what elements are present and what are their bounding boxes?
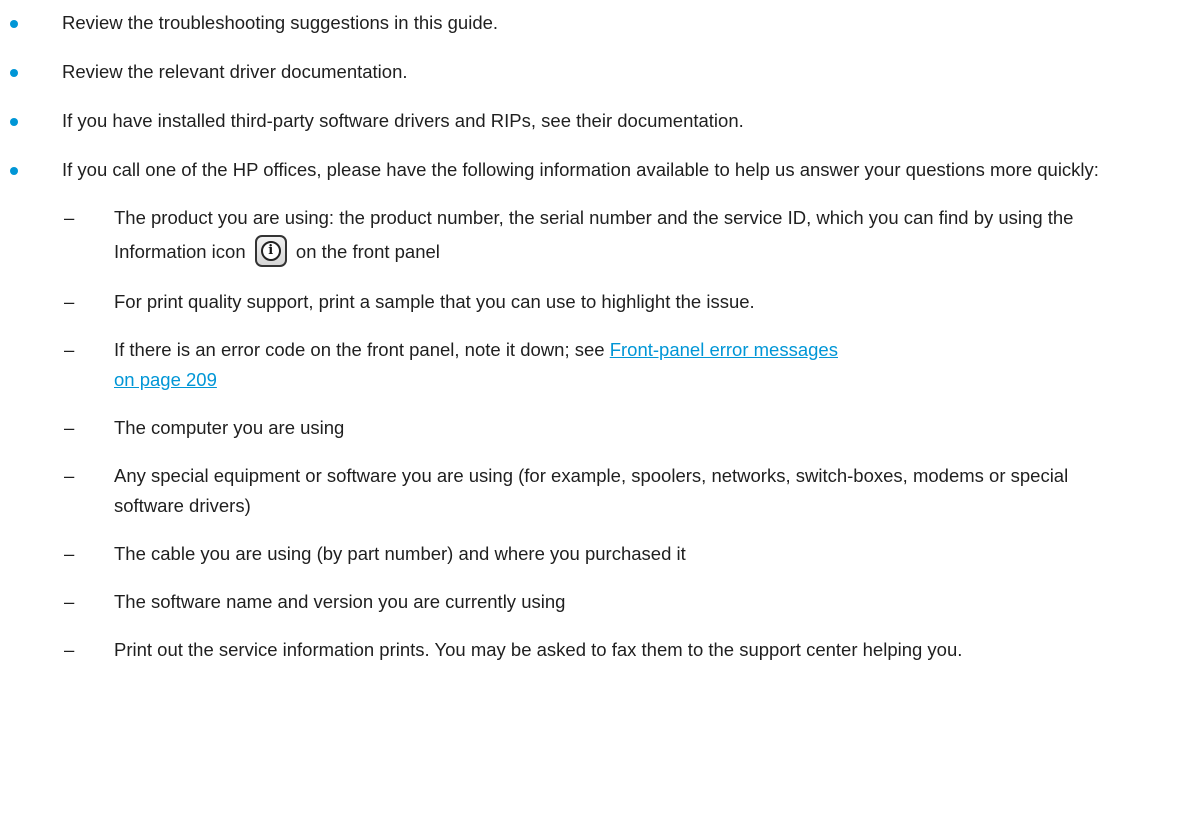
sub-item-text: For print quality support, print a sampl…: [114, 291, 755, 312]
bullet-dot-icon: [10, 167, 18, 175]
dash-marker: –: [64, 339, 75, 360]
sub-item-text: Any special equipment or software you ar…: [114, 465, 1069, 516]
bullet-text: Review the troubleshooting suggestions i…: [62, 12, 499, 33]
bullet-dot-icon: [10, 69, 18, 77]
sub-item-text: The cable you are using (by part number)…: [114, 543, 686, 564]
bullet-text: Review the relevant driver documentation…: [62, 61, 408, 82]
dash-marker: –: [64, 465, 75, 486]
sub-item: – The software name and version you are …: [62, 587, 1155, 617]
document-page: Review the troubleshooting suggestions i…: [0, 0, 1195, 830]
dash-marker: –: [64, 591, 75, 612]
bullet-item: If you have installed third-party softwa…: [0, 106, 1195, 136]
sub-item: – For print quality support, print a sam…: [62, 287, 1155, 317]
page-209-link[interactable]: on page 209: [114, 369, 217, 390]
dash-marker: –: [64, 417, 75, 438]
bullet-dot-icon: [10, 20, 18, 28]
bullet-item: Review the troubleshooting suggestions i…: [0, 8, 1195, 38]
sub-item: – If there is an error code on the front…: [62, 335, 1155, 395]
sub-item-text-after-icon: on the front panel: [295, 241, 440, 262]
sub-item-text: If there is an error code on the front p…: [114, 339, 610, 360]
sub-item-text: The software name and version you are cu…: [114, 591, 566, 612]
bullet-text: If you have installed third-party softwa…: [62, 110, 744, 131]
sub-item: – Print out the service information prin…: [62, 635, 1155, 665]
sub-item-text: Print out the service information prints…: [114, 639, 963, 660]
dash-marker: –: [64, 291, 75, 312]
dash-marker: –: [64, 543, 75, 564]
dash-marker: –: [64, 639, 75, 660]
bullet-dot-icon: [10, 118, 18, 126]
sub-item: – The product you are using: the product…: [62, 201, 1155, 269]
front-panel-error-messages-link[interactable]: Front-panel error messages: [610, 339, 838, 360]
information-icon: i: [254, 235, 287, 268]
bullet-item: If you call one of the HP offices, pleas…: [0, 155, 1195, 665]
sub-item: – Any special equipment or software you …: [62, 461, 1155, 521]
bullet-text: If you call one of the HP offices, pleas…: [62, 159, 1099, 180]
support-checklist: Review the troubleshooting suggestions i…: [0, 8, 1195, 684]
information-checklist: – The product you are using: the product…: [62, 201, 1155, 665]
sub-item: – The cable you are using (by part numbe…: [62, 539, 1155, 569]
sub-item-text: The computer you are using: [114, 417, 345, 438]
dash-marker: –: [64, 207, 75, 228]
sub-item: – The computer you are using: [62, 413, 1155, 443]
info-glyph: i: [260, 241, 281, 262]
bullet-item: Review the relevant driver documentation…: [0, 57, 1195, 87]
